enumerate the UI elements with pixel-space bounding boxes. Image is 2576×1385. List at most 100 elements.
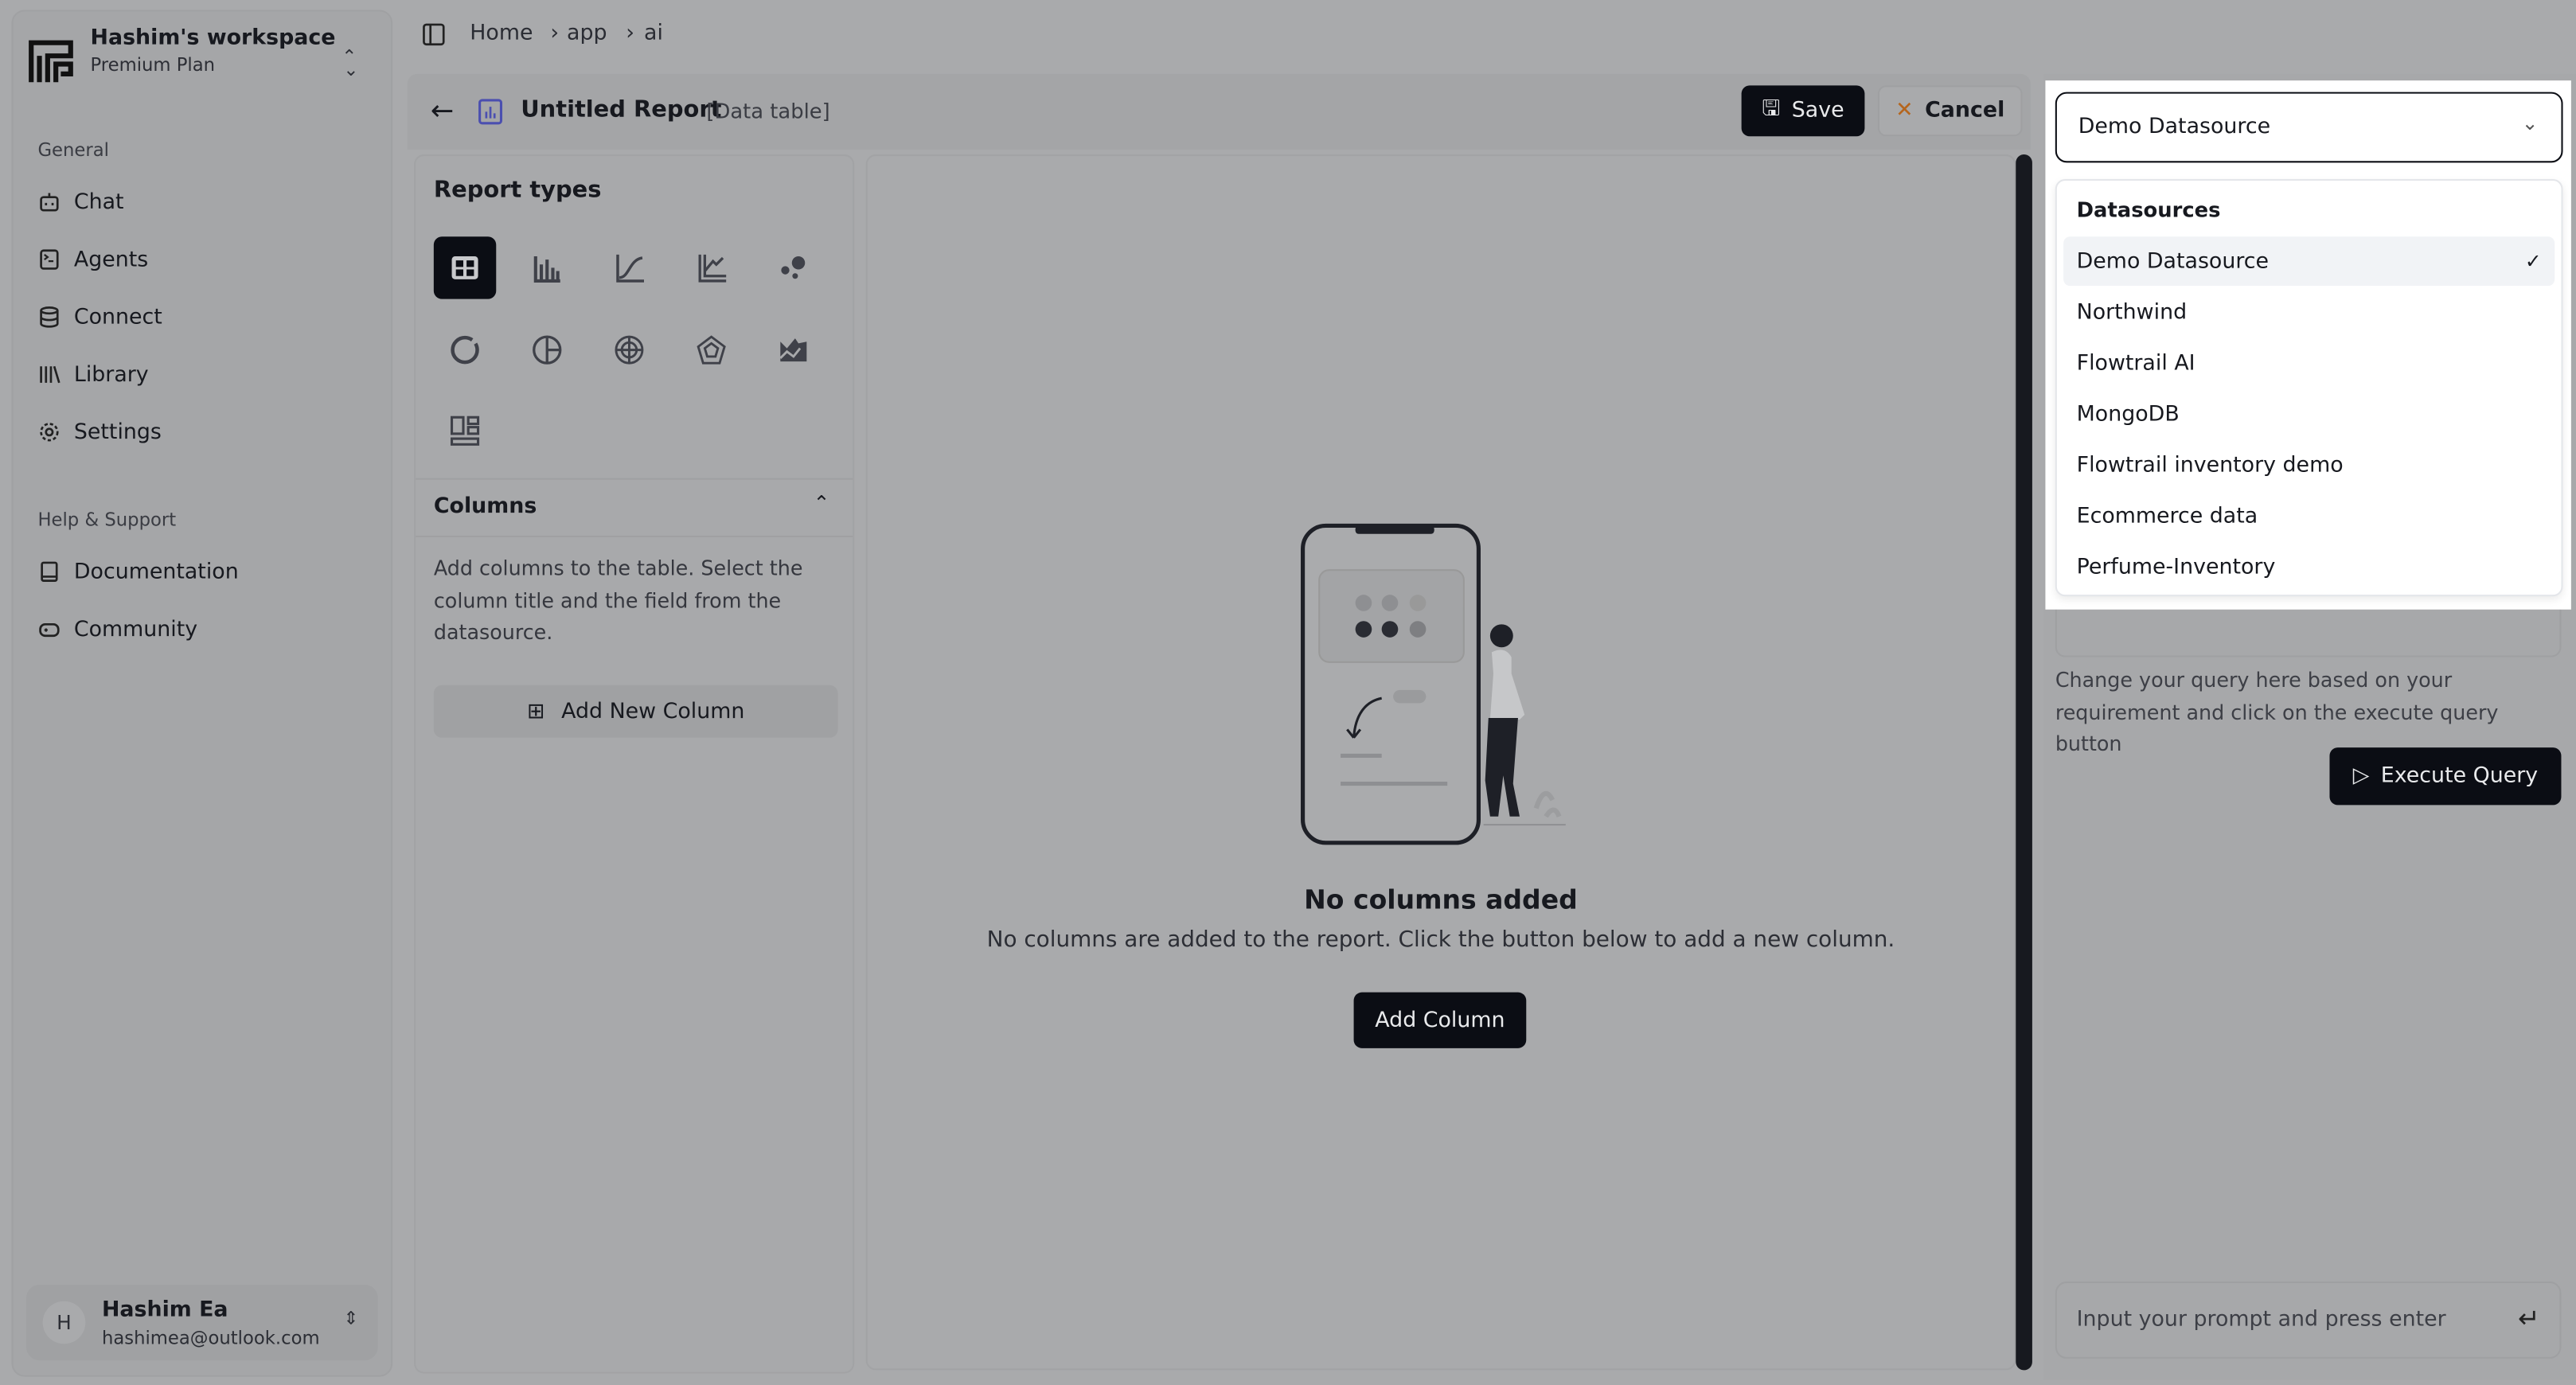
table-icon <box>451 256 478 279</box>
enter-icon[interactable]: ↵ <box>2518 1303 2540 1334</box>
sidebar-toggle-icon[interactable] <box>422 23 445 46</box>
datasource-option[interactable]: Flowtrail inventory demo <box>2063 440 2555 490</box>
report-type-radial[interactable] <box>598 318 660 380</box>
sidebar-item-chat[interactable]: Chat <box>37 181 382 224</box>
datasource-option[interactable]: Flowtrail AI <box>2063 338 2555 388</box>
save-button[interactable]: 🖫 Save <box>1741 85 1865 137</box>
datasource-selected: Demo Datasource <box>2078 115 2271 140</box>
datasource-option[interactable]: Ecommerce data <box>2063 491 2555 540</box>
book-icon <box>41 561 58 582</box>
radial-icon <box>615 335 644 365</box>
user-email: hashimea@outlook.com <box>101 1327 320 1349</box>
chevron-down-small-icon: ⌄ <box>343 59 359 81</box>
close-icon: ✕ <box>1895 98 1914 123</box>
report-type-radar[interactable] <box>680 318 742 380</box>
report-chart-icon <box>478 99 503 125</box>
donut-icon <box>451 335 479 365</box>
terminal-icon <box>40 249 59 270</box>
back-arrow-icon[interactable]: ← <box>431 96 454 128</box>
report-type-label: [Data table] <box>706 98 830 123</box>
breadcrumb-home[interactable]: Home <box>470 21 533 46</box>
add-new-column-button[interactable]: ⊞ Add New Column <box>433 685 838 738</box>
workspace-plan: Premium Plan <box>90 54 216 76</box>
sidebar-item-label: Community <box>73 617 198 642</box>
report-type-bar[interactable] <box>516 236 578 298</box>
dropdown-group-label: Datasources <box>2076 197 2221 222</box>
sidebar-item-label: Settings <box>73 419 162 445</box>
user-menu[interactable]: H Hashim Ea hashimea@outlook.com ⇕ <box>26 1285 378 1360</box>
datasource-dropdown: Datasources Demo Datasource ✓ Northwind F… <box>2055 178 2563 597</box>
add-column-button[interactable]: Add Column <box>1353 992 1527 1048</box>
sidebar-item-documentation[interactable]: Documentation <box>37 550 382 593</box>
option-label: Demo Datasource <box>2076 248 2270 274</box>
chevron-down-icon: ⌄ <box>2521 111 2539 135</box>
avatar: H <box>42 1301 86 1344</box>
add-column-icon: ⊞ <box>526 699 545 724</box>
sidebar-item-community[interactable]: Community <box>37 608 382 651</box>
section-help: Help & Support <box>37 509 177 531</box>
report-type-scatter[interactable] <box>763 236 825 298</box>
cancel-button[interactable]: ✕ Cancel <box>1877 85 2023 137</box>
area-chart-icon <box>779 338 807 362</box>
section-general: General <box>37 139 109 162</box>
report-type-dashboard[interactable] <box>434 400 496 462</box>
sidebar-item-settings[interactable]: Settings <box>37 411 382 454</box>
report-type-pie[interactable] <box>516 318 578 380</box>
breadcrumb-ai[interactable]: ai <box>644 21 663 46</box>
divider <box>416 535 853 537</box>
prompt-placeholder: Input your prompt and press enter <box>2076 1307 2446 1332</box>
database-icon <box>40 306 59 328</box>
multi-line-chart-icon <box>698 254 727 283</box>
dashboard-icon <box>450 416 480 446</box>
sidebar-item-label: Library <box>73 362 149 388</box>
bot-icon <box>40 193 59 212</box>
report-title[interactable]: Untitled Report <box>521 97 721 123</box>
user-name: Hashim Ea <box>101 1297 228 1323</box>
datasource-option[interactable]: MongoDB <box>2063 389 2555 439</box>
columns-title: Columns <box>433 494 537 520</box>
report-config-panel: Report types Columns ⌃ Add columns to th… <box>414 154 855 1374</box>
empty-state-text: No columns are added to the report. Clic… <box>986 927 1895 954</box>
report-type-area[interactable] <box>763 318 825 380</box>
chevrons-updown-icon: ⇕ <box>343 1307 359 1329</box>
empty-state-title: No columns added <box>1304 884 1578 915</box>
save-icon: 🖫 <box>1762 96 1781 121</box>
report-type-multi-line[interactable] <box>680 236 742 298</box>
report-type-line[interactable] <box>598 236 660 298</box>
datasource-option[interactable]: Northwind <box>2063 287 2555 337</box>
report-type-donut[interactable] <box>434 318 496 380</box>
save-label: Save <box>1791 98 1844 123</box>
datasource-select[interactable]: Demo Datasource ⌄ <box>2055 92 2563 163</box>
radar-icon <box>697 335 726 365</box>
bar-chart-icon <box>533 256 560 283</box>
sidebar-item-label: Documentation <box>73 559 239 584</box>
datasource-option[interactable]: Perfume-Inventory <box>2063 542 2555 591</box>
sidebar-item-label: Connect <box>73 304 162 330</box>
canvas-scrollbar[interactable] <box>2016 154 2032 1371</box>
execute-query-label: Execute Query <box>2380 763 2539 789</box>
datasource-option[interactable]: Demo Datasource ✓ <box>2063 236 2555 287</box>
pie-icon <box>533 335 562 365</box>
report-canvas: No columns added No columns are added to… <box>865 154 2016 1371</box>
columns-section-header[interactable]: Columns ⌃ <box>416 478 853 534</box>
library-icon <box>40 365 60 384</box>
workspace-logo <box>29 40 73 83</box>
gear-icon <box>40 423 59 442</box>
execute-query-button[interactable]: ▷ Execute Query <box>2329 747 2562 806</box>
report-type-table[interactable] <box>433 236 497 299</box>
prompt-input[interactable]: Input your prompt and press enter ↵ <box>2055 1281 2562 1359</box>
sidebar-item-label: Agents <box>73 247 149 272</box>
workspace-name[interactable]: Hashim's workspace <box>91 26 336 51</box>
breadcrumb-app[interactable]: app <box>567 21 607 46</box>
scatter-icon <box>781 256 806 279</box>
breadcrumb-separator-icon: › <box>626 21 635 46</box>
report-types-title: Report types <box>433 177 602 204</box>
sidebar-item-connect[interactable]: Connect <box>37 296 382 339</box>
sidebar-item-library[interactable]: Library <box>37 353 382 396</box>
line-chart-icon <box>616 254 645 283</box>
chevron-up-icon[interactable]: ⌃ <box>814 491 830 514</box>
columns-description: Add columns to the table. Select the col… <box>433 556 803 645</box>
sidebar-item-agents[interactable]: Agents <box>37 238 382 281</box>
cancel-label: Cancel <box>1925 98 2005 123</box>
empty-state-illustration <box>1301 523 1566 845</box>
